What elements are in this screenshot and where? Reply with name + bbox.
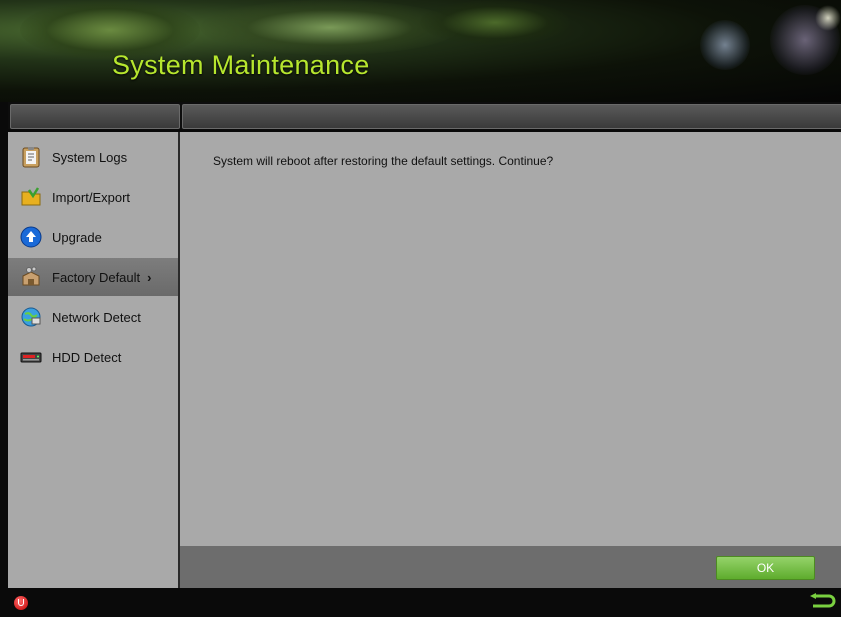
page-title: System Maintenance [112, 50, 370, 80]
power-icon[interactable] [14, 596, 28, 610]
tab-bar [8, 102, 841, 129]
sidebar-item-label: Upgrade [52, 229, 102, 245]
upgrade-arrow-icon [20, 226, 42, 248]
action-bar: OK [180, 546, 841, 588]
sidebar-item-upgrade[interactable]: Upgrade [8, 218, 178, 256]
hdd-icon [20, 346, 42, 368]
folder-icon [20, 186, 42, 208]
back-arrow-icon[interactable] [807, 592, 837, 612]
chevron-right-icon: › [147, 269, 152, 285]
content-header [182, 104, 841, 129]
ok-button[interactable]: OK [716, 556, 815, 580]
bokeh-decoration [815, 5, 841, 31]
sidebar: System Logs Import/Export Upgrade Factor… [8, 132, 180, 588]
sidebar-item-label: Network Detect [52, 309, 141, 325]
header-banner: System Maintenance [0, 0, 841, 102]
main-panel: System will reboot after restoring the d… [180, 132, 841, 546]
sidebar-item-import-export[interactable]: Import/Export [8, 178, 178, 216]
confirmation-message: System will reboot after restoring the d… [213, 154, 554, 168]
sidebar-item-system-logs[interactable]: System Logs [8, 138, 178, 176]
foliage-decoration [420, 0, 570, 45]
sidebar-item-hdd-detect[interactable]: HDD Detect [8, 338, 178, 376]
sidebar-item-factory-default[interactable]: Factory Default › [8, 258, 178, 296]
clipboard-icon [20, 146, 42, 168]
sidebar-item-label: Import/Export [52, 189, 131, 205]
sidebar-item-label: HDD Detect [52, 349, 122, 365]
status-bar [0, 588, 841, 616]
sidebar-item-label: Factory Default [52, 269, 141, 285]
sidebar-item-label: System Logs [52, 149, 128, 165]
sidebar-header [10, 104, 180, 129]
sidebar-item-network-detect[interactable]: Network Detect [8, 298, 178, 336]
globe-network-icon [20, 306, 42, 328]
factory-icon [20, 266, 42, 288]
bokeh-decoration [700, 20, 750, 70]
